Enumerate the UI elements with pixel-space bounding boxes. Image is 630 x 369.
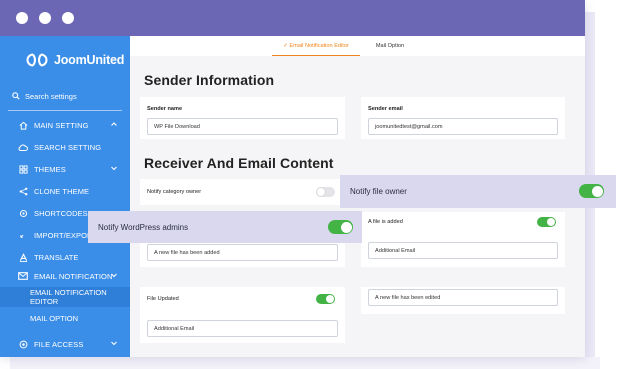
tab-bar: ✓ Email Notification Editor Mail Option — [130, 36, 585, 56]
backdrop-panel-bottom — [10, 357, 600, 369]
file-edited-subject-card: A new file has been edited — [361, 287, 565, 314]
sidebar-item-label: THEMES — [34, 164, 66, 174]
joomunited-logo-icon — [26, 53, 48, 67]
window-dot-1[interactable] — [16, 12, 28, 24]
sidebar-item-label: SHORTCODES — [34, 208, 88, 218]
sidebar-item-label: CLONE THEME — [34, 186, 90, 196]
chevron-down-icon — [111, 341, 117, 346]
sender-email-input[interactable]: joomunitedtest@gmail.com — [368, 118, 558, 135]
sidebar-item-themes[interactable]: THEMES — [0, 158, 130, 180]
search-settings-label: Search settings — [25, 91, 77, 101]
sidebar-item-file-access[interactable]: FILE ACCESS — [0, 333, 130, 355]
tab-mail-option[interactable]: Mail Option — [366, 36, 414, 56]
cloud-icon — [18, 142, 28, 152]
notify-category-owner-card: Notify category owner — [140, 179, 345, 205]
sidebar-item-label: FILE ACCESS — [34, 339, 84, 349]
sender-name-input[interactable]: WP File Download — [147, 118, 338, 135]
sidebar-item-main-setting[interactable]: MAIN SETTING — [0, 114, 130, 136]
notify-file-owner-callout: Notify file owner — [340, 175, 616, 208]
receiver-section-title: Receiver And Email Content — [144, 155, 334, 171]
sidebar-item-label: SEARCH SETTING — [34, 142, 102, 152]
sidebar-item-email-notification[interactable]: EMAIL NOTIFICATION — [0, 265, 130, 287]
file-added-toggle[interactable] — [537, 217, 556, 227]
window-dot-2[interactable] — [39, 12, 51, 24]
brand-name: JoomUnited — [54, 53, 125, 67]
sidebar-subitem-email-notification-editor[interactable]: EMAIL NOTIFICATION EDITOR — [0, 287, 130, 307]
file-updated-additional-email-input[interactable]: Additional Email — [147, 320, 338, 337]
file-updated-card: File Updated Additional Email — [140, 287, 345, 343]
grid-icon — [18, 164, 28, 174]
file-added-label: A file is added — [368, 219, 403, 225]
chevron-down-icon — [111, 273, 117, 278]
notify-wordpress-admins-callout: Notify WordPress admins — [88, 211, 362, 243]
search-icon — [12, 92, 20, 100]
notify-file-owner-toggle[interactable] — [579, 184, 604, 198]
sender-email-card: Sender email joomunitedtest@gmail.com — [361, 97, 565, 139]
sender-email-label: Sender email — [368, 106, 403, 112]
file-added-additional-email-input[interactable]: Additional Email — [368, 242, 558, 259]
sidebar-item-label: TRANSLATE — [34, 252, 79, 262]
translate-icon — [18, 252, 28, 262]
notify-category-owner-label: Notify category owner — [147, 189, 202, 195]
notify-file-owner-label: Notify file owner — [350, 187, 407, 196]
sidebar-item-search-setting[interactable]: SEARCH SETTING — [0, 136, 130, 158]
file-updated-toggle[interactable] — [316, 294, 335, 304]
notify-wordpress-admins-toggle[interactable] — [328, 220, 353, 234]
chevron-up-icon — [111, 122, 117, 126]
mail-icon — [18, 271, 28, 281]
notify-wordpress-admins-label: Notify WordPress admins — [98, 222, 189, 232]
home-icon — [18, 120, 28, 130]
file-updated-label: File Updated — [147, 296, 179, 302]
sidebar-item-clone-theme[interactable]: CLONE THEME — [0, 180, 130, 202]
share-icon — [18, 186, 28, 196]
sidebar-item-label: MAIN SETTING — [34, 120, 89, 130]
sender-section-title: Sender Information — [144, 72, 275, 88]
sidebar-subitem-mail-option[interactable]: MAIL OPTION — [0, 308, 130, 328]
sender-name-card: Sender name WP File Download — [140, 97, 345, 139]
transfer-icon — [18, 230, 28, 240]
notify-category-owner-toggle[interactable] — [316, 187, 335, 197]
search-divider — [8, 110, 122, 111]
window-dot-3[interactable] — [62, 12, 74, 24]
gear-icon — [18, 208, 28, 218]
search-settings[interactable]: Search settings — [12, 88, 120, 104]
tab-email-notification-editor[interactable]: ✓ Email Notification Editor — [272, 36, 360, 56]
brand-logo[interactable]: JoomUnited — [24, 50, 124, 70]
sender-name-label: Sender name — [147, 106, 183, 112]
file-added-card: A file is added Additional Email — [361, 212, 565, 267]
access-icon — [18, 339, 28, 349]
window-titlebar — [0, 0, 585, 36]
chevron-down-icon — [111, 166, 117, 171]
file-added-subject-input[interactable]: A new file has been added — [147, 244, 338, 261]
file-edited-subject-input[interactable]: A new file has been edited — [368, 289, 558, 306]
sidebar: JoomUnited Search settings MAIN SETTING … — [0, 36, 130, 357]
file-added-subject-card: A new file has been added — [140, 240, 345, 267]
sidebar-item-label: EMAIL NOTIFICATION — [34, 271, 113, 281]
